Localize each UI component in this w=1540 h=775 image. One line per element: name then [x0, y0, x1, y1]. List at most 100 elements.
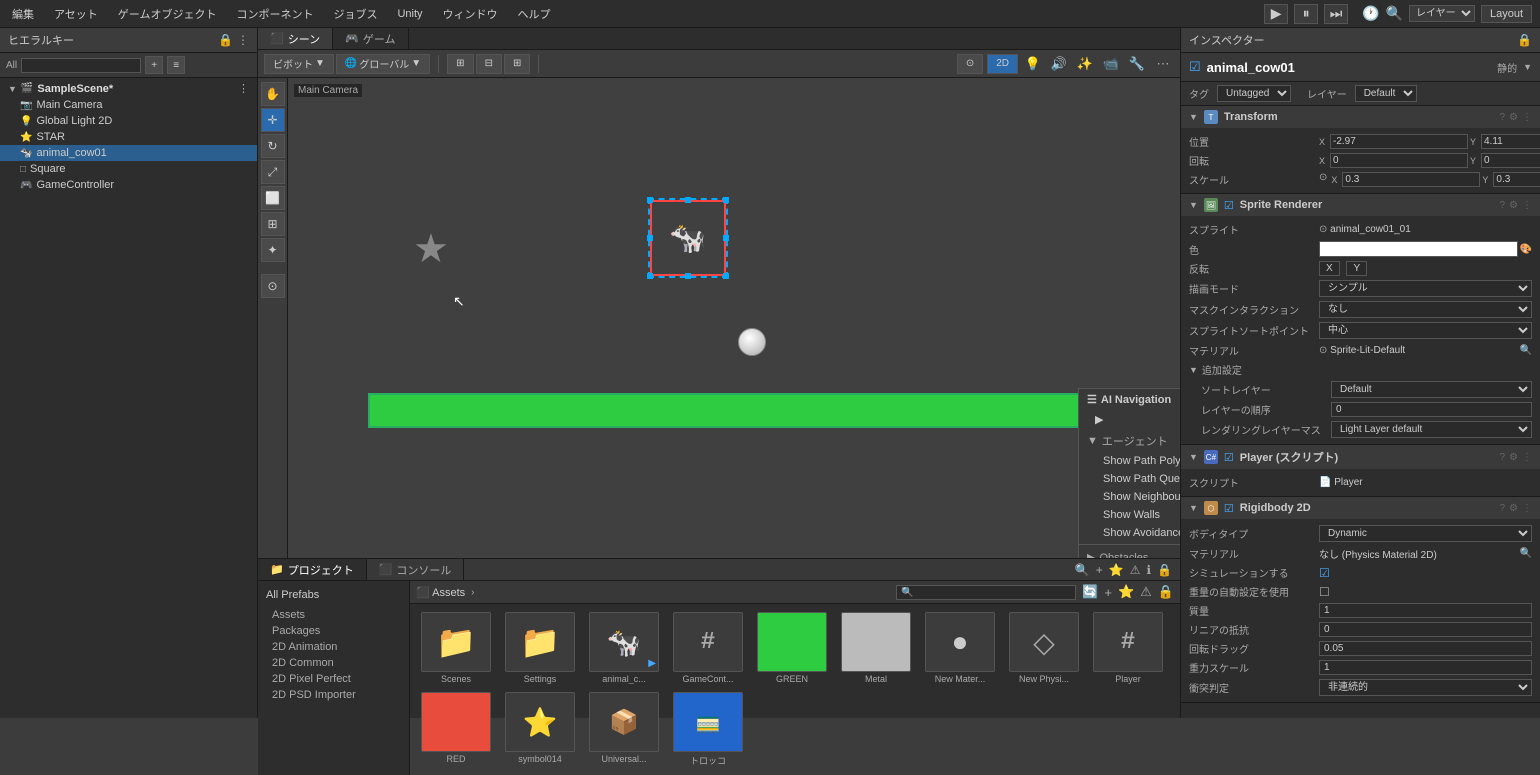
player-header[interactable]: ▼ C# ☑ Player (スクリプト) ? ⚙ ⋮ — [1181, 445, 1540, 469]
hierarchy-item-gamecontroller[interactable]: 🎮 GameController — [0, 177, 257, 193]
rot-x-input[interactable] — [1330, 153, 1468, 168]
hierarchy-menu-icon[interactable]: ⋮ — [237, 33, 249, 47]
move-tool-btn[interactable]: ✛ — [261, 108, 285, 132]
handle-tl[interactable] — [647, 197, 653, 203]
layer-select[interactable]: レイヤー — [1409, 5, 1475, 22]
hierarchy-options-btn[interactable]: ≡ — [167, 56, 185, 74]
asset-settings[interactable]: 📁 Settings — [502, 612, 578, 684]
handle-mr[interactable] — [723, 235, 729, 241]
assets-star-icon[interactable]: ⭐ — [1118, 584, 1134, 600]
assets-add-icon[interactable]: + — [1104, 585, 1112, 600]
linear-drag-input[interactable] — [1319, 622, 1532, 637]
asset-new-physics[interactable]: ◇ New Physi... — [1006, 612, 1082, 684]
asset-new-material[interactable]: ● New Mater... — [922, 612, 998, 684]
pause-button[interactable]: ⏸ — [1294, 4, 1318, 24]
bottom-lock-icon[interactable]: 🔒 — [1157, 563, 1172, 577]
pos-x-input[interactable] — [1330, 134, 1468, 149]
left-asset-2dpsd[interactable]: 2D PSD Importer — [266, 687, 401, 703]
transform-help-icon[interactable]: ? — [1499, 112, 1505, 123]
inspector-lock-icon[interactable]: 🔒 — [1517, 33, 1532, 47]
play-button[interactable]: ▶ — [1264, 4, 1288, 24]
sprite-renderer-header[interactable]: ▼ 🖼 ☑ Sprite Renderer ? ⚙ ⋮ — [1181, 194, 1540, 216]
left-asset-2danim[interactable]: 2D Animation — [266, 639, 401, 655]
menu-component[interactable]: コンポーネント — [232, 4, 317, 24]
tab-console[interactable]: ⬛ コンソール — [367, 559, 465, 580]
scale-link-icon[interactable]: ⊙ — [1319, 172, 1327, 187]
rb-more-icon[interactable]: ⋮ — [1522, 503, 1532, 514]
color-swatch[interactable] — [1319, 241, 1518, 257]
asset-universal[interactable]: 📦 Universal... — [586, 692, 662, 767]
hand-tool-btn[interactable]: ✋ — [261, 82, 285, 106]
sr-settings-icon[interactable]: ⚙ — [1509, 200, 1518, 211]
handle-tm[interactable] — [685, 197, 691, 203]
rigidbody-header[interactable]: ▼ ⬡ ☑ Rigidbody 2D ? ⚙ ⋮ — [1181, 497, 1540, 519]
gizmo-btn[interactable]: 🔧 — [1126, 54, 1148, 74]
rotate-tool-btn[interactable]: ↻ — [261, 134, 285, 158]
star-object[interactable]: ★ — [413, 226, 449, 272]
asset-metal[interactable]: Metal — [838, 612, 914, 684]
player-checkbox[interactable]: ☑ — [1224, 451, 1234, 464]
scale-x-input[interactable] — [1342, 172, 1480, 187]
grid-btn-3[interactable]: ⊞ — [504, 54, 530, 74]
rb-settings-icon[interactable]: ⚙ — [1509, 503, 1518, 514]
transform-tool-btn[interactable]: ⊞ — [261, 212, 285, 236]
angular-drag-input[interactable] — [1319, 641, 1532, 656]
bottom-star-icon[interactable]: ⭐ — [1109, 563, 1124, 577]
flip-x-btn[interactable]: X — [1319, 261, 1340, 276]
handle-tr[interactable] — [723, 197, 729, 203]
sr-help-icon[interactable]: ? — [1499, 200, 1505, 211]
popup-show-path-polygons[interactable]: Show Path Polygons ✓ — [1079, 451, 1180, 470]
obj-active-checkbox[interactable]: ☑ — [1189, 59, 1201, 75]
asset-scenes[interactable]: 📁 Scenes — [418, 612, 494, 684]
cow-object[interactable]: 🐄 — [648, 198, 728, 278]
viewport[interactable]: Main Camera ★ 🐄 — [288, 78, 1180, 558]
left-asset-assets[interactable]: Assets — [266, 607, 401, 623]
custom-tool-btn[interactable]: ✦ — [261, 238, 285, 262]
player-more-icon[interactable]: ⋮ — [1522, 452, 1532, 463]
grid-btn-1[interactable]: ⊞ — [447, 54, 473, 74]
sr-checkbox[interactable]: ☑ — [1224, 199, 1234, 212]
tag-select[interactable]: Untagged — [1217, 85, 1291, 102]
scale-y-input[interactable] — [1493, 172, 1540, 187]
hierarchy-scene[interactable]: ▼ 🎬 SampleScene* ⋮ — [0, 80, 257, 97]
tab-scene[interactable]: ⬛ シーン — [258, 28, 333, 49]
layout-button[interactable]: Layout — [1481, 5, 1532, 23]
menu-edit[interactable]: 編集 — [8, 4, 38, 24]
step-button[interactable]: ⏭ — [1324, 4, 1348, 24]
auto-mass-check[interactable]: ☐ — [1319, 585, 1330, 599]
popup-agent-header[interactable]: ▼ エージェント — [1079, 429, 1180, 451]
layer-select[interactable]: Default — [1355, 85, 1417, 102]
rb-checkbox[interactable]: ☑ — [1224, 502, 1234, 515]
hierarchy-item-star[interactable]: ⭐ STAR — [0, 129, 257, 145]
menu-jobs[interactable]: ジョブス — [329, 4, 381, 24]
assets-search-input[interactable] — [896, 585, 1076, 600]
menu-window[interactable]: ウィンドウ — [439, 4, 502, 24]
left-asset-2dcommon[interactable]: 2D Common — [266, 655, 401, 671]
special-tool-btn[interactable]: ⊙ — [261, 274, 285, 298]
asset-red[interactable]: RED — [418, 692, 494, 767]
bottom-search-icon[interactable]: 🔍 — [1075, 563, 1090, 577]
asset-animal-cow[interactable]: 🐄 ▶ animal_c... — [586, 612, 662, 684]
tab-project[interactable]: 📁 プロジェクト — [258, 559, 367, 580]
gravity-scale-input[interactable] — [1319, 660, 1532, 675]
pivot-button[interactable]: ビボット ▼ — [264, 54, 334, 74]
ball-object[interactable] — [738, 328, 766, 356]
mass-input[interactable] — [1319, 603, 1532, 618]
rect-tool-btn[interactable]: ⬜ — [261, 186, 285, 210]
handle-bl[interactable] — [647, 273, 653, 279]
collision-select[interactable]: 非連続的 — [1319, 679, 1532, 696]
player-help-icon[interactable]: ? — [1499, 452, 1505, 463]
static-dropdown-icon[interactable]: ▼ — [1523, 62, 1532, 72]
audio-btn[interactable]: 🔊 — [1048, 54, 1070, 74]
asset-trolley[interactable]: 🚃 トロッコ — [670, 692, 746, 767]
flip-y-btn[interactable]: Y — [1346, 261, 1367, 276]
grid-btn-2[interactable]: ⊟ — [476, 54, 502, 74]
left-asset-packages[interactable]: Packages — [266, 623, 401, 639]
view-options-btn[interactable]: ⊙ — [957, 54, 983, 74]
scene-cam-btn[interactable]: 📹 — [1100, 54, 1122, 74]
sort-layer-select[interactable]: Default — [1331, 381, 1532, 398]
popup-show-neighbours[interactable]: Show Neighbours — [1079, 488, 1180, 506]
tab-game[interactable]: 🎮 ゲーム — [333, 28, 408, 49]
menu-help[interactable]: ヘルプ — [514, 4, 555, 24]
global-button[interactable]: 🌐 グローバル ▼ — [336, 54, 430, 74]
